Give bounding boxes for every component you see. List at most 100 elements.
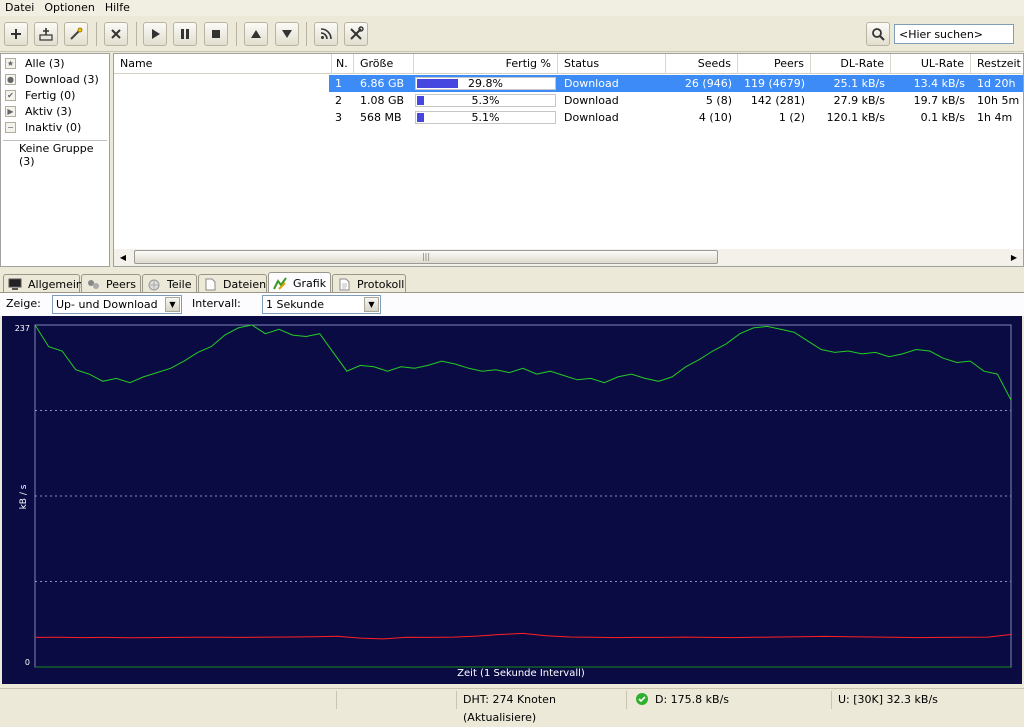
row-dl-rate: 27.9 kB/s (833, 94, 885, 107)
search-input[interactable] (894, 24, 1014, 44)
star-icon: ★ (5, 57, 16, 69)
row-ul-rate: 0.1 kB/s (920, 111, 965, 124)
table-header: Name N. Größe Fertig % Status Seeds Peer… (114, 54, 1023, 74)
show-label: Zeige: (6, 297, 41, 310)
row-seeds: 4 (10) (698, 111, 732, 124)
download-icon: ● (5, 73, 16, 85)
tab-log[interactable]: Protokoll (332, 274, 406, 293)
row-status: Download (564, 94, 619, 107)
add-torrent-button[interactable] (4, 22, 28, 46)
menu-datei[interactable]: Datei (0, 0, 39, 15)
row-peers: 119 (4679) (744, 77, 806, 90)
download-series-line (34, 324, 1012, 401)
toolbar (0, 16, 1024, 52)
tab-peers[interactable]: Peers (81, 274, 141, 293)
pause-button[interactable] (173, 22, 197, 46)
table-row[interactable]: 3 568 MB 5.1% Download 4 (10) 1 (2) 120.… (114, 109, 1023, 126)
scroll-left-icon[interactable]: ◀ (116, 251, 130, 264)
filter-completed[interactable]: ✔ Fertig (0) (5, 87, 75, 103)
filter-inactive[interactable]: − Inaktiv (0) (5, 119, 81, 135)
y-tick-label: 0 (25, 658, 30, 667)
column-dl-rate[interactable]: DL-Rate (811, 54, 891, 74)
table-row[interactable]: 1 6.86 GB 29.8% Download 26 (946) 119 (4… (114, 75, 1023, 92)
graph-controls: Zeige: Up- und Download ▼ Intervall: 1 S… (0, 293, 1024, 316)
tab-general[interactable]: Allgemein (3, 274, 83, 293)
row-number: 1 (335, 77, 342, 90)
row-number: 3 (335, 111, 342, 124)
row-eta: 1d 20h (977, 77, 1016, 90)
table-row[interactable]: 2 1.08 GB 5.3% Download 5 (8) 142 (281) … (114, 92, 1023, 109)
tools-icon (350, 26, 364, 40)
chart-icon (273, 276, 287, 290)
column-number[interactable]: N. (332, 54, 354, 74)
rss-button[interactable] (314, 22, 338, 46)
row-size: 1.08 GB (360, 94, 405, 107)
peers-icon (86, 278, 100, 291)
move-up-button[interactable] (244, 22, 268, 46)
horizontal-scrollbar[interactable]: ◀ ||| ▶ (114, 249, 1023, 266)
move-down-button[interactable] (275, 22, 299, 46)
row-size: 6.86 GB (360, 77, 405, 90)
add-url-icon (39, 28, 53, 41)
tab-files[interactable]: Dateien (198, 274, 267, 293)
arrow-up-icon (251, 30, 261, 38)
filter-active[interactable]: ▶ Aktiv (3) (5, 103, 72, 119)
search-button[interactable] (866, 22, 890, 46)
row-status: Download (564, 77, 619, 90)
row-ul-rate: 13.4 kB/s (913, 77, 965, 90)
progress-label: 5.3% (471, 94, 500, 107)
column-ul-rate[interactable]: UL-Rate (891, 54, 971, 74)
column-name[interactable]: Name (114, 54, 332, 74)
rss-icon (320, 28, 332, 40)
settings-button[interactable] (344, 22, 368, 46)
column-size[interactable]: Größe (354, 54, 414, 74)
upload-series-line (34, 632, 1012, 640)
filter-all[interactable]: ★ Alle (3) (5, 55, 64, 71)
stop-button[interactable] (204, 22, 228, 46)
progress-bar: 5.3% (415, 94, 556, 107)
scrollbar-thumb[interactable]: ||| (134, 250, 718, 264)
create-torrent-button[interactable] (64, 22, 88, 46)
filter-download[interactable]: ● Download (3) (5, 71, 99, 87)
row-eta: 10h 5m (977, 94, 1020, 107)
menu-bar: Datei Optionen Hilfe (0, 0, 1024, 16)
group-no-group[interactable]: Keine Gruppe (3) (19, 142, 109, 168)
interval-label: Intervall: (192, 297, 241, 310)
progress-label: 5.1% (471, 111, 500, 124)
interval-select[interactable]: 1 Sekunde ▼ (262, 295, 381, 314)
show-select[interactable]: Up- und Download ▼ (52, 295, 182, 314)
column-progress[interactable]: Fertig % (414, 54, 558, 74)
divider (3, 140, 107, 141)
menu-optionen[interactable]: Optionen (39, 0, 99, 15)
document-icon (337, 278, 351, 291)
add-url-button[interactable] (34, 22, 58, 46)
row-eta: 1h 4m (977, 111, 1013, 124)
progress-bar: 29.8% (415, 77, 556, 90)
chevron-down-icon[interactable]: ▼ (165, 297, 180, 312)
tab-graph[interactable]: Grafik (268, 272, 331, 293)
torrent-table: Name N. Größe Fertig % Status Seeds Peer… (113, 53, 1024, 267)
y-axis-label: kB / s (19, 484, 29, 509)
tab-pieces[interactable]: Teile (142, 274, 197, 293)
row-status: Download (564, 111, 619, 124)
start-button[interactable] (143, 22, 167, 46)
check-icon: ✔ (5, 89, 16, 101)
column-peers[interactable]: Peers (738, 54, 811, 74)
plus-icon (11, 29, 21, 39)
row-dl-rate: 25.1 kB/s (833, 77, 885, 90)
stop-icon (212, 30, 220, 38)
dht-status: DHT: 274 Knoten (Aktualisiere) (456, 691, 626, 724)
column-seeds[interactable]: Seeds (666, 54, 738, 74)
column-status[interactable]: Status (558, 54, 666, 74)
menu-hilfe[interactable]: Hilfe (100, 0, 135, 15)
column-eta[interactable]: Restzeit (971, 54, 1023, 74)
minus-icon: − (5, 121, 16, 133)
scroll-right-icon[interactable]: ▶ (1007, 251, 1021, 264)
chevron-down-icon[interactable]: ▼ (364, 297, 379, 312)
monitor-icon (8, 278, 22, 291)
remove-button[interactable] (104, 22, 128, 46)
row-size: 568 MB (360, 111, 402, 124)
row-peers: 142 (281) (750, 94, 805, 107)
row-seeds: 5 (8) (705, 94, 732, 107)
download-speed: D: 175.8 kB/s (626, 691, 831, 709)
